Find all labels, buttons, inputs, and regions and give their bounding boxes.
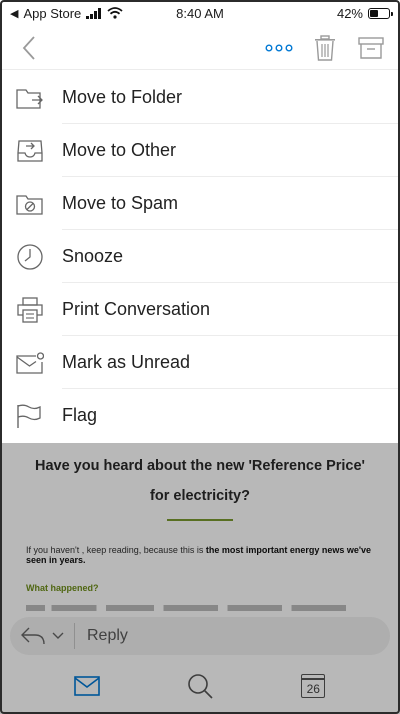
menu-item-move-to-spam[interactable]: Move to Spam: [0, 177, 400, 230]
headline-text-2: for electricity?: [150, 488, 250, 504]
tab-calendar[interactable]: 26: [293, 666, 333, 706]
printer-icon: [17, 296, 43, 323]
clock-icon: [17, 243, 43, 270]
battery-fill: [370, 9, 378, 17]
status-right: 42%: [240, 5, 393, 21]
reply-box: [10, 616, 390, 655]
flag-icon: [17, 404, 41, 428]
menu-item-move-to-folder[interactable]: Move to Folder: [0, 71, 400, 124]
calendar-icon: 26: [301, 674, 326, 698]
chevron-down-icon: [52, 632, 64, 639]
menu-item-label: Flag: [62, 405, 98, 425]
status-left: ◀ App Store: [10, 6, 160, 21]
menu-item-label: Print Conversation: [62, 299, 211, 319]
trash-icon: [315, 34, 335, 61]
inbox-tray-icon: [17, 139, 43, 162]
back-button[interactable]: [10, 29, 48, 67]
reply-arrow-icon: [21, 627, 45, 644]
calendar-day: 26: [306, 682, 320, 696]
menu-item-label: Move to Folder: [62, 87, 183, 107]
intro-text: If you haven't , keep reading, because t…: [26, 545, 206, 555]
tab-mail[interactable]: [67, 666, 107, 706]
email-headline: Have you heard about the new 'Reference …: [26, 451, 374, 511]
headline-text: Have you heard about the new: [34, 458, 249, 474]
email-intro: If you haven't , keep reading, because t…: [26, 545, 374, 565]
email-body-preview: Have you heard about the new 'Reference …: [0, 443, 400, 613]
reply-options-button[interactable]: [20, 622, 75, 649]
menu-item-label: Move to Other: [62, 140, 177, 160]
menu-item-label: Snooze: [62, 246, 124, 266]
battery-icon: [368, 7, 393, 19]
status-bar: ◀ App Store 8:40 AM 42%: [0, 0, 400, 26]
search-icon: [188, 674, 213, 699]
menu-item-move-to-other[interactable]: Move to Other: [0, 124, 400, 177]
carrier-label[interactable]: App Store: [23, 6, 81, 21]
spam-folder-icon: [16, 194, 43, 215]
signal-icon: [86, 7, 102, 19]
cut-off-text-line: [26, 605, 346, 611]
message-action-menu: Move to Folder Move to Other Move to Spa…: [0, 71, 400, 442]
message-toolbar: [0, 26, 400, 70]
headline-divider: [167, 519, 233, 521]
menu-item-flag[interactable]: Flag: [0, 389, 400, 442]
section-heading: What happened?: [26, 583, 99, 593]
back-chevron-icon: [22, 35, 35, 60]
menu-item-snooze[interactable]: Snooze: [0, 230, 400, 283]
folder-move-icon: [16, 88, 43, 109]
menu-item-print-conversation[interactable]: Print Conversation: [0, 283, 400, 336]
bottom-tab-bar: 26: [0, 658, 400, 714]
wifi-icon: [107, 7, 123, 19]
reply-input[interactable]: [75, 626, 380, 645]
more-dots-icon: [265, 44, 293, 51]
delete-button[interactable]: [306, 29, 344, 67]
tab-search[interactable]: [180, 666, 220, 706]
status-time: 8:40 AM: [176, 5, 224, 21]
headline-highlight: 'Reference Price': [248, 458, 366, 474]
archive-icon: [358, 36, 384, 59]
battery-percent: 42%: [336, 5, 363, 21]
menu-item-label: Mark as Unread: [62, 352, 191, 372]
menu-item-mark-as-unread[interactable]: Mark as Unread: [0, 336, 400, 389]
back-to-app-icon[interactable]: ◀: [10, 7, 18, 20]
reply-bar: [0, 613, 400, 658]
menu-item-label: Move to Spam: [62, 193, 179, 213]
more-options-button[interactable]: [260, 29, 298, 67]
envelope-unread-icon: [16, 351, 44, 374]
mail-icon: [73, 676, 100, 696]
archive-button[interactable]: [352, 29, 390, 67]
